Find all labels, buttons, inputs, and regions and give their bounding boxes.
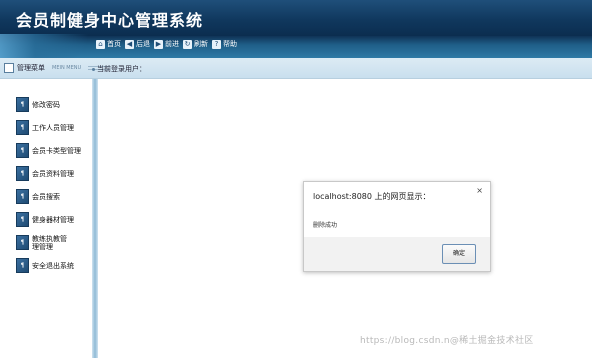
toolbar-refresh-button[interactable]: ↻ 刷新 [183,39,208,49]
menu-item-icon: ¶ [16,166,29,181]
sidebar-item-card-types[interactable]: ¶ 会员卡类型管理 [16,139,94,162]
back-arrow-icon: ◀ [125,39,134,49]
dialog-title: localhost:8080 上的网页显示： [313,192,431,201]
menu-item-icon: ¶ [16,120,29,135]
dialog-message: 删除成功 [313,222,338,229]
sidebar-item-label: 会员搜索 [32,192,60,201]
refresh-icon: ↻ [183,39,192,49]
menu-item-icon: ¶ [16,97,29,112]
app-title: 会员制健身中心管理系统 [16,11,204,30]
menu-bar: 管理菜单 MEIN MENU 当前登录用户： [0,58,592,79]
sidebar-item-equipment[interactable]: ¶ 健身器材管理 [16,208,94,231]
sidebar-item-label: 工作人员管理 [32,123,74,132]
home-icon: ⌂ [96,39,105,49]
current-user-label: 当前登录用户： [97,65,146,73]
toolbar-home-label: 首页 [107,40,121,48]
sidebar-item-label: 健身器材管理 [32,215,74,224]
menu-item-icon: ¶ [16,235,29,250]
sidebar-item-label: 安全退出系统 [32,261,74,270]
forward-arrow-icon: ▶ [154,39,163,49]
current-user: 当前登录用户： [92,64,146,74]
toolbar-help-button[interactable]: ? 帮助 [212,39,237,49]
menu-item-icon: ¶ [16,189,29,204]
toolbar-items: ⌂ 首页 ◀ 后退 ▶ 前进 ↻ 刷新 ? 帮助 [96,39,237,49]
sidebar-item-label: 会员卡类型管理 [32,146,81,155]
menu-title: 管理菜单 [17,64,45,72]
sidebar-nav: ¶ 修改密码 ¶ 工作人员管理 ¶ 会员卡类型管理 ¶ 会员资料管理 ¶ 会员搜… [16,93,94,277]
toolbar-back-button[interactable]: ◀ 后退 [125,39,150,49]
app-header: 会员制健身中心管理系统 [0,0,592,36]
close-icon[interactable]: × [476,186,483,195]
toolbar-forward-label: 前进 [165,40,179,48]
menu-item-icon: ¶ [16,143,29,158]
sidebar-item-label: 会员资料管理 [32,169,74,178]
toolbar-help-label: 帮助 [223,40,237,48]
toolbar: ⌂ 首页 ◀ 后退 ▶ 前进 ↻ 刷新 ? 帮助 [0,34,592,62]
ok-button[interactable]: 确定 [442,244,476,264]
sidebar: ¶ 修改密码 ¶ 工作人员管理 ¶ 会员卡类型管理 ¶ 会员资料管理 ¶ 会员搜… [0,79,92,358]
menu-title-en: MEIN MENU [52,65,82,71]
toolbar-home-button[interactable]: ⌂ 首页 [96,39,121,49]
sidebar-item-label: 教练执教管理管理 [32,234,67,251]
menu-item-icon: ¶ [16,258,29,273]
dialog-footer: 确定 [304,237,490,271]
sidebar-item-logout[interactable]: ¶ 安全退出系统 [16,254,94,277]
sidebar-item-change-password[interactable]: ¶ 修改密码 [16,93,94,116]
sidebar-item-label: 修改密码 [32,100,60,109]
menu-box-icon [4,63,14,73]
alert-dialog: localhost:8080 上的网页显示： × 删除成功 确定 [303,181,491,272]
bullet-icon [92,67,95,71]
toolbar-back-label: 后退 [136,40,150,48]
sidebar-item-member-profiles[interactable]: ¶ 会员资料管理 [16,162,94,185]
watermark: https://blog.csdn.n@稀土掘金技术社区 [360,336,534,346]
sidebar-item-coaching[interactable]: ¶ 教练执教管理管理 [16,231,94,254]
toolbar-forward-button[interactable]: ▶ 前进 [154,39,179,49]
toolbar-refresh-label: 刷新 [194,40,208,48]
sidebar-item-staff[interactable]: ¶ 工作人员管理 [16,116,94,139]
sidebar-item-member-search[interactable]: ¶ 会员搜索 [16,185,94,208]
menu-item-icon: ¶ [16,212,29,227]
help-icon: ? [212,39,221,49]
